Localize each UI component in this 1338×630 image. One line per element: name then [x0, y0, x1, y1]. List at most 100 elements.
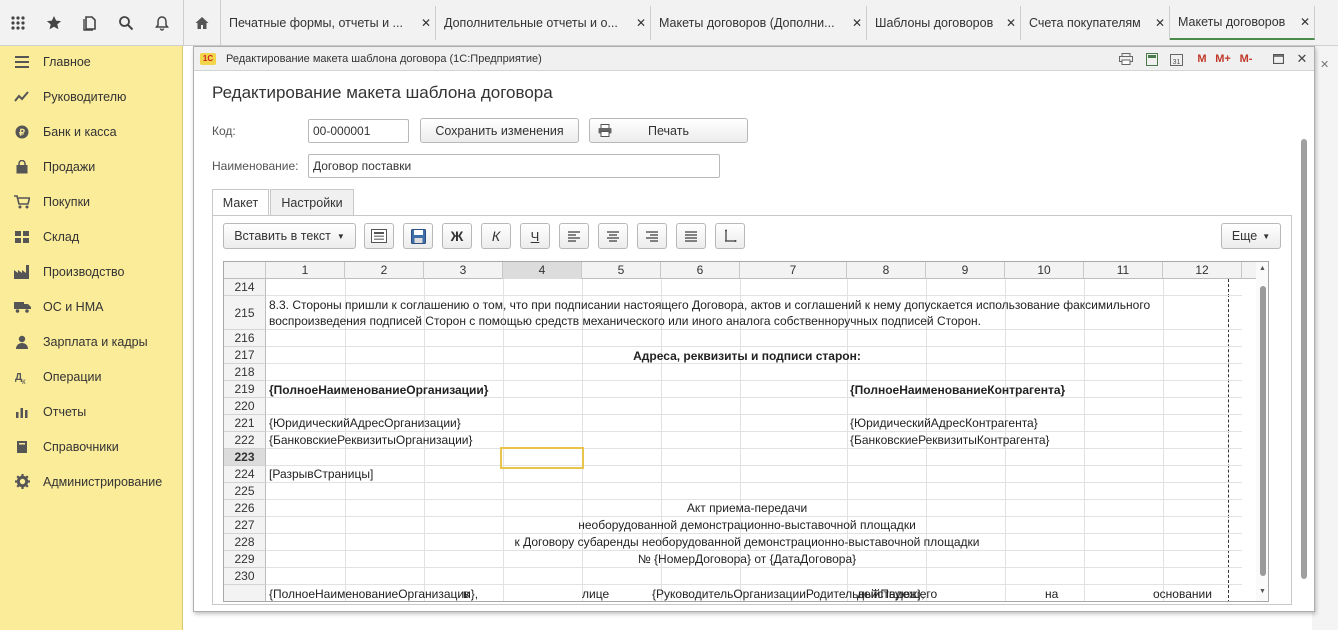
memory-button[interactable]: M: [1194, 47, 1210, 71]
print-button[interactable]: Печать: [589, 118, 748, 143]
star-icon[interactable]: [36, 0, 72, 46]
sheet-cell-text[interactable]: к Договору субаренды необорудованной дем…: [266, 534, 1228, 551]
sidebar-item-directories[interactable]: Справочники: [0, 429, 183, 464]
sheet-cell-text[interactable]: в: [463, 586, 469, 601]
sheet-cell-text[interactable]: действующего: [857, 586, 937, 601]
search-icon[interactable]: [108, 0, 144, 46]
sidebar-item-sales[interactable]: Продажи: [0, 149, 183, 184]
calculator-icon[interactable]: [1142, 47, 1162, 71]
column-header-cell[interactable]: 4: [503, 262, 582, 279]
close-icon[interactable]: ✕: [1002, 16, 1020, 30]
sidebar-item-manager[interactable]: Руководителю: [0, 79, 183, 114]
sheet-cell-text[interactable]: Акт приема-передачи: [266, 500, 1228, 517]
save-changes-button[interactable]: Сохранить изменения: [420, 118, 579, 143]
row-number[interactable]: 217: [224, 347, 266, 364]
sheet-cell-text[interactable]: 8.3. Стороны пришли к соглашению о том, …: [269, 297, 1150, 314]
sheet-cell-text[interactable]: {ПолноеНаименованиеКонтрагента}: [850, 382, 1065, 399]
row-number[interactable]: 228: [224, 534, 266, 551]
tab-contract-templates[interactable]: Шаблоны договоров ✕: [867, 6, 1021, 40]
column-header-cell[interactable]: 8: [847, 262, 926, 279]
row-number[interactable]: 226: [224, 500, 266, 517]
more-button[interactable]: Еще ▼: [1221, 223, 1281, 249]
column-header-cell[interactable]: 9: [926, 262, 1005, 279]
sheet-cell-text[interactable]: лице: [582, 586, 609, 601]
save-icon[interactable]: [403, 223, 433, 249]
align-right-icon[interactable]: [637, 223, 667, 249]
scroll-down-icon[interactable]: ▼: [1259, 588, 1266, 595]
underline-button[interactable]: Ч: [520, 223, 550, 249]
column-header-cell[interactable]: 12: [1163, 262, 1242, 279]
column-header-cell[interactable]: 2: [345, 262, 424, 279]
row-number[interactable]: 229: [224, 551, 266, 568]
close-icon[interactable]: ✕: [1296, 15, 1314, 29]
row-number[interactable]: 227: [224, 517, 266, 534]
sidebar-item-bank[interactable]: ₽ Банк и касса: [0, 114, 183, 149]
tab-print-forms[interactable]: Печатные формы, отчеты и ... ✕: [221, 6, 436, 40]
column-header-cell[interactable]: 11: [1084, 262, 1163, 279]
column-header-cell[interactable]: 5: [582, 262, 661, 279]
row-number[interactable]: 216: [224, 330, 266, 347]
row-number[interactable]: 223: [224, 449, 266, 466]
insert-field-icon[interactable]: [364, 223, 394, 249]
sheet-corner[interactable]: [224, 262, 266, 279]
row-number[interactable]: 224: [224, 466, 266, 483]
sidebar-item-purchases[interactable]: Покупки: [0, 184, 183, 219]
row-number[interactable]: 218: [224, 364, 266, 381]
tab-additional-reports[interactable]: Дополнительные отчеты и о... ✕: [436, 6, 651, 40]
memory-minus-button[interactable]: M-: [1236, 47, 1256, 71]
selected-cell[interactable]: [500, 447, 584, 469]
scroll-up-icon[interactable]: ▲: [1259, 265, 1266, 272]
apps-grid-icon[interactable]: [0, 0, 36, 46]
sidebar-item-administration[interactable]: Администрирование: [0, 464, 183, 499]
row-number[interactable]: 230: [224, 568, 266, 585]
maximize-icon[interactable]: [1268, 47, 1288, 71]
row-number[interactable]: 220: [224, 398, 266, 415]
row-number[interactable]: 214: [224, 279, 266, 296]
row-number[interactable]: 215: [224, 296, 266, 330]
row-number[interactable]: [224, 585, 266, 601]
row-number[interactable]: 222: [224, 432, 266, 449]
sheet-cell-text[interactable]: воспроизведения подписей Сторон с помощь…: [269, 313, 981, 330]
sheet-cell-text[interactable]: {БанковскиеРеквизитыОрганизации}: [269, 432, 473, 449]
close-icon[interactable]: ✕: [1292, 47, 1312, 71]
row-number[interactable]: 219: [224, 381, 266, 398]
align-left-icon[interactable]: [559, 223, 589, 249]
insert-into-text-button[interactable]: Вставить в текст ▼: [223, 223, 356, 249]
close-icon[interactable]: ✕: [1320, 58, 1329, 71]
close-icon[interactable]: ✕: [848, 16, 866, 30]
tab-customer-invoices[interactable]: Счета покупателям ✕: [1021, 6, 1170, 40]
sidebar-item-reports[interactable]: Отчеты: [0, 394, 183, 429]
sheet-cell-text[interactable]: {ПолноеНаименованиеОрганизации}: [269, 382, 488, 399]
borders-icon[interactable]: [715, 223, 745, 249]
sheet-cell-text[interactable]: № {НомерДоговора} от {ДатаДоговора}: [266, 551, 1228, 568]
sidebar-item-operations[interactable]: Дк Операции: [0, 359, 183, 394]
sheet-cell-text[interactable]: Адреса, реквизиты и подписи старон:: [266, 348, 1228, 365]
sheet-cell-text[interactable]: необорудованной демонстрационно-выставоч…: [266, 517, 1228, 534]
sheet-cell-text[interactable]: {ЮридическийАдресОрганизации}: [269, 415, 461, 432]
row-number[interactable]: 221: [224, 415, 266, 432]
memory-plus-button[interactable]: M+: [1212, 47, 1234, 71]
align-center-icon[interactable]: [598, 223, 628, 249]
name-field[interactable]: Договор поставки: [308, 154, 720, 178]
align-justify-icon[interactable]: [676, 223, 706, 249]
home-icon[interactable]: [183, 0, 221, 46]
column-header-cell[interactable]: 10: [1005, 262, 1084, 279]
italic-button[interactable]: К: [481, 223, 511, 249]
row-number[interactable]: 225: [224, 483, 266, 500]
sheet-cell-text[interactable]: [РазрывСтраницы]: [269, 466, 373, 483]
code-field[interactable]: 00-000001: [308, 119, 409, 143]
sheet-cell-text[interactable]: {ЮридическийАдресКонтрагента}: [850, 415, 1038, 432]
close-icon[interactable]: ✕: [417, 16, 435, 30]
calendar-icon[interactable]: 31: [1166, 47, 1186, 71]
history-icon[interactable]: [72, 0, 108, 46]
bell-icon[interactable]: [144, 0, 180, 46]
column-header-cell[interactable]: 3: [424, 262, 503, 279]
sidebar-item-fixed-assets[interactable]: ОС и НМА: [0, 289, 183, 324]
print-icon[interactable]: [1116, 47, 1136, 71]
sheet-cell-text[interactable]: {ПолноеНаименованиеОрганизации},: [269, 586, 478, 601]
tab-contract-layouts-additional[interactable]: Макеты договоров (Дополни... ✕: [651, 6, 867, 40]
form-scrollbar-thumb[interactable]: [1301, 139, 1307, 579]
spreadsheet-editor[interactable]: 1 2 3 4 5 6 7 8 9 10 11 12 214 215 8.3. Стороны пришл…: [223, 261, 1269, 602]
sheet-cell-text[interactable]: на: [1045, 586, 1058, 601]
sidebar-item-main[interactable]: Главное: [0, 44, 183, 79]
